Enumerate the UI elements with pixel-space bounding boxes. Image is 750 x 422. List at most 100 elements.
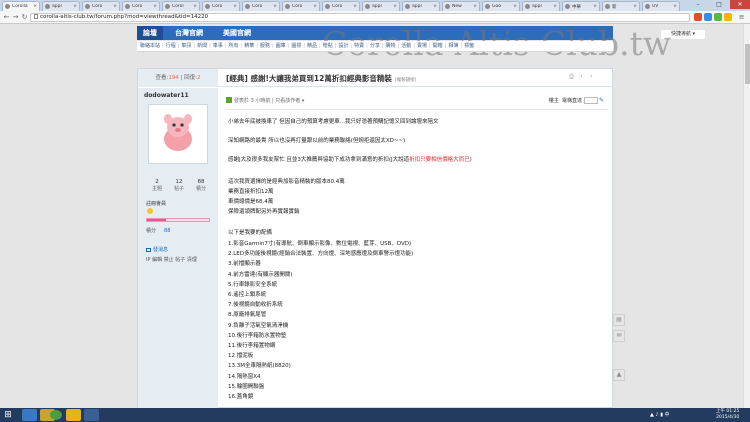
subnav-link[interactable]: 精品	[307, 43, 317, 49]
tab-close-icon[interactable]: ×	[73, 4, 77, 9]
extension-icon[interactable]	[714, 13, 722, 21]
browser-tab[interactable]: Coro ×	[242, 1, 280, 11]
browser-tab[interactable]: Corolla ×	[2, 1, 40, 11]
clock[interactable]: 上午 01:25 2015/4/30	[716, 409, 739, 421]
tab-close-icon[interactable]: ×	[673, 4, 677, 9]
extension-icon[interactable]	[694, 13, 702, 21]
page-scrollbar[interactable]	[743, 24, 750, 408]
subnav-link[interactable]: 設計	[338, 43, 348, 49]
browser-tab[interactable]: 中華 ×	[562, 1, 600, 11]
subnav-link[interactable]: 所有	[229, 43, 239, 49]
prev-thread-icon[interactable]: ‹	[578, 73, 585, 80]
pencil-icon[interactable]: ✎	[599, 97, 604, 104]
browser-tab[interactable]: Coro ×	[282, 1, 320, 11]
menu-icon[interactable]: ≡	[737, 13, 746, 22]
subnav-link[interactable]: 行程	[166, 43, 176, 49]
browser-tab[interactable]: New ×	[442, 1, 480, 11]
browser-tab[interactable]: appl ×	[362, 1, 400, 11]
thread-stats: 查看:194 | 回復:2	[138, 69, 218, 87]
tab-close-icon[interactable]: ×	[353, 4, 357, 9]
tab-close-icon[interactable]: ×	[113, 4, 117, 9]
tab-close-icon[interactable]: ×	[513, 4, 517, 9]
tab-close-icon[interactable]: ×	[273, 4, 277, 9]
browser-tab[interactable]: appl ×	[522, 1, 560, 11]
tab-close-icon[interactable]: ×	[473, 4, 477, 9]
subnav-separator: |	[287, 43, 290, 49]
browser-tab-label: Coro	[132, 4, 143, 9]
browser-tab[interactable]: Coro ×	[322, 1, 360, 11]
scrollbar-thumb[interactable]	[745, 44, 750, 84]
send-message-link[interactable]: 發消息	[146, 246, 168, 253]
subnav-separator: |	[350, 43, 353, 49]
windows-start-icon[interactable]: ⊞	[3, 410, 13, 420]
subnav-link[interactable]: 贈點	[323, 43, 333, 49]
minimize-button[interactable]: –	[688, 0, 708, 9]
tab-close-icon[interactable]: ×	[393, 4, 397, 9]
extension-icon[interactable]	[724, 13, 732, 21]
print-icon[interactable]: ⎙	[568, 73, 575, 80]
subnav-link[interactable]: 相簿	[448, 43, 458, 49]
tab-close-icon[interactable]: ×	[153, 4, 157, 9]
author-name[interactable]: dodowater11	[144, 92, 189, 99]
forward-icon[interactable]: →	[11, 13, 20, 22]
tab-close-icon[interactable]: ×	[553, 4, 557, 9]
app-icon[interactable]	[66, 409, 81, 421]
subnav-link[interactable]: 服務	[260, 43, 270, 49]
extension-icon[interactable]	[704, 13, 712, 21]
app-icon[interactable]	[84, 409, 99, 421]
subnav-link[interactable]: 聯絡本站	[140, 43, 160, 49]
floor-jump-input[interactable]	[583, 97, 598, 104]
browser-tab[interactable]: appl ×	[42, 1, 80, 11]
subnav-link[interactable]: 新聞	[197, 43, 207, 49]
browser-tab[interactable]: Coro ×	[202, 1, 240, 11]
subnav-link[interactable]: 精華	[244, 43, 254, 49]
subnav-link[interactable]: 標籤	[464, 43, 474, 49]
site-tab-forum[interactable]: 論壇	[137, 26, 163, 40]
back-to-top-icon[interactable]: ▲	[613, 369, 625, 381]
tab-close-icon[interactable]: ×	[433, 4, 437, 9]
tab-favicon-icon	[285, 4, 290, 9]
browser-tab[interactable]: UV ×	[642, 1, 680, 11]
browser-tab[interactable]: Corol ×	[162, 1, 200, 11]
browser-tab[interactable]: Coro ×	[82, 1, 120, 11]
browser-tab[interactable]: appl ×	[402, 1, 440, 11]
reload-icon[interactable]: ↻	[20, 13, 29, 22]
chrome-icon[interactable]	[50, 410, 62, 420]
subnav-link[interactable]: 特賣	[354, 43, 364, 49]
copy-link[interactable]: [複製鏈接]	[395, 78, 417, 83]
comment-icon[interactable]: ▤	[613, 314, 625, 326]
subnav-link[interactable]: 車訊	[181, 43, 191, 49]
subnav-link[interactable]: 車事	[213, 43, 223, 49]
subnav-link[interactable]: 圖標	[291, 43, 301, 49]
ie-icon[interactable]	[22, 409, 37, 421]
subnav-link[interactable]: 分享	[370, 43, 380, 49]
tab-close-icon[interactable]: ×	[33, 4, 37, 9]
back-icon[interactable]: ←	[2, 13, 11, 22]
browser-tab-label: 中華	[572, 4, 581, 10]
browser-tab[interactable]: Coro ×	[122, 1, 160, 11]
tab-close-icon[interactable]: ×	[313, 4, 317, 9]
browser-tab[interactable]: Goo ×	[482, 1, 520, 11]
subnav-link[interactable]: 圖庫	[276, 43, 286, 49]
subnav-link[interactable]: 活動	[401, 43, 411, 49]
reply-icon[interactable]: ✉	[613, 330, 625, 342]
maximize-button[interactable]: □	[709, 0, 729, 9]
url-input[interactable]: corolla-altis-club.tw/forum.php?mod=view…	[30, 13, 690, 22]
tab-close-icon[interactable]: ×	[633, 4, 637, 9]
tab-favicon-icon	[5, 4, 10, 9]
tab-close-icon[interactable]: ×	[593, 4, 597, 9]
subnav-separator: |	[240, 43, 243, 49]
tab-close-icon[interactable]: ×	[233, 4, 237, 9]
next-thread-icon[interactable]: ›	[588, 73, 595, 80]
admin-links[interactable]: IP 編輯 禁止 帖子 清理	[146, 256, 197, 263]
subnav-link[interactable]: 賣場	[417, 43, 427, 49]
close-window-button[interactable]: ✕	[730, 0, 750, 9]
subnav-link[interactable]: 購物	[386, 43, 396, 49]
tab-close-icon[interactable]: ×	[193, 4, 197, 9]
subnav-link[interactable]: 開箱	[433, 43, 443, 49]
avatar[interactable]	[148, 104, 208, 164]
system-tray[interactable]: ▲ ♪ ▮ 中	[650, 411, 670, 418]
site-tab-taiwan[interactable]: 台灣官網	[169, 26, 209, 40]
site-tab-usa[interactable]: 美國官網	[217, 26, 257, 40]
browser-tab[interactable]: 新 ×	[602, 1, 640, 11]
